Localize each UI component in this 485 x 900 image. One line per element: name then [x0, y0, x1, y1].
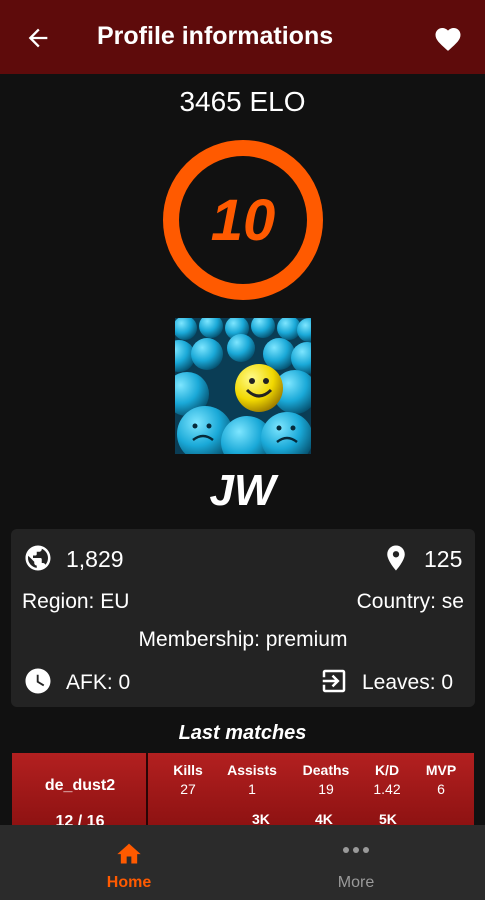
heart-icon[interactable] [433, 24, 463, 52]
global-rank: 1,829 [66, 546, 124, 572]
deaths-header: Deaths [302, 762, 350, 778]
home-icon [117, 843, 141, 864]
avatar [175, 318, 311, 454]
region-label: Region: EU [22, 590, 130, 613]
kd-column: K/D 1.42 [365, 762, 409, 797]
more-dots-icon [343, 847, 369, 853]
country-rank: 125 [424, 546, 463, 572]
membership-label: Membership: premium [138, 628, 348, 651]
assists-column: Assists 1 [220, 762, 284, 797]
kills-value: 27 [180, 781, 196, 797]
page-title: Profile informations [97, 22, 334, 50]
kills-column: Kills 27 [165, 762, 211, 797]
kd-value: 1.42 [373, 781, 401, 797]
nav-home-label: Home [106, 874, 152, 891]
assists-value: 1 [248, 781, 256, 797]
leaves-count: Leaves: 0 [362, 671, 454, 694]
match-map-cell: de_dust2 12 / 16 [12, 753, 148, 825]
deaths-value: 19 [318, 781, 334, 797]
mvp-header: MVP [425, 762, 457, 778]
afk-count: AFK: 0 [66, 671, 131, 694]
quadra-kill-header: 4K [315, 811, 333, 825]
kd-header: K/D [374, 762, 400, 778]
profile-stats-card: 1,829 125 Region: EU Country: se Members… [11, 529, 475, 707]
match-card[interactable]: de_dust2 12 / 16 Kills 27 Assists 1 Deat… [12, 753, 474, 825]
clock-icon [25, 668, 51, 694]
back-arrow-icon[interactable] [24, 24, 52, 52]
app-bar: Profile informations [0, 0, 485, 74]
deaths-column: Deaths 19 [298, 762, 354, 797]
country-label: Country: se [356, 590, 464, 613]
bottom-navigation: Home More [0, 825, 485, 900]
mvp-column: MVP 6 [419, 762, 463, 797]
level-value: 10 [210, 187, 276, 253]
ace-header: 5K [379, 811, 397, 825]
nav-more-label: More [337, 874, 375, 891]
kills-header: Kills [173, 762, 203, 778]
globe-icon [25, 545, 51, 571]
last-matches-title: Last matches [178, 722, 307, 744]
mvp-value: 6 [437, 781, 445, 797]
level-badge: 10 [163, 140, 323, 300]
elo-label: 3465 ELO [179, 86, 306, 117]
nav-home[interactable]: Home [8, 825, 250, 900]
triple-kill-header: 3K [252, 811, 270, 825]
exit-icon [322, 669, 346, 693]
location-pin-icon [387, 545, 405, 571]
assists-header: Assists [227, 762, 277, 778]
nav-more[interactable]: More [235, 825, 477, 900]
match-map: de_dust2 [44, 777, 116, 794]
player-nickname: JW [209, 466, 276, 515]
match-score: 12 / 16 [55, 813, 105, 825]
